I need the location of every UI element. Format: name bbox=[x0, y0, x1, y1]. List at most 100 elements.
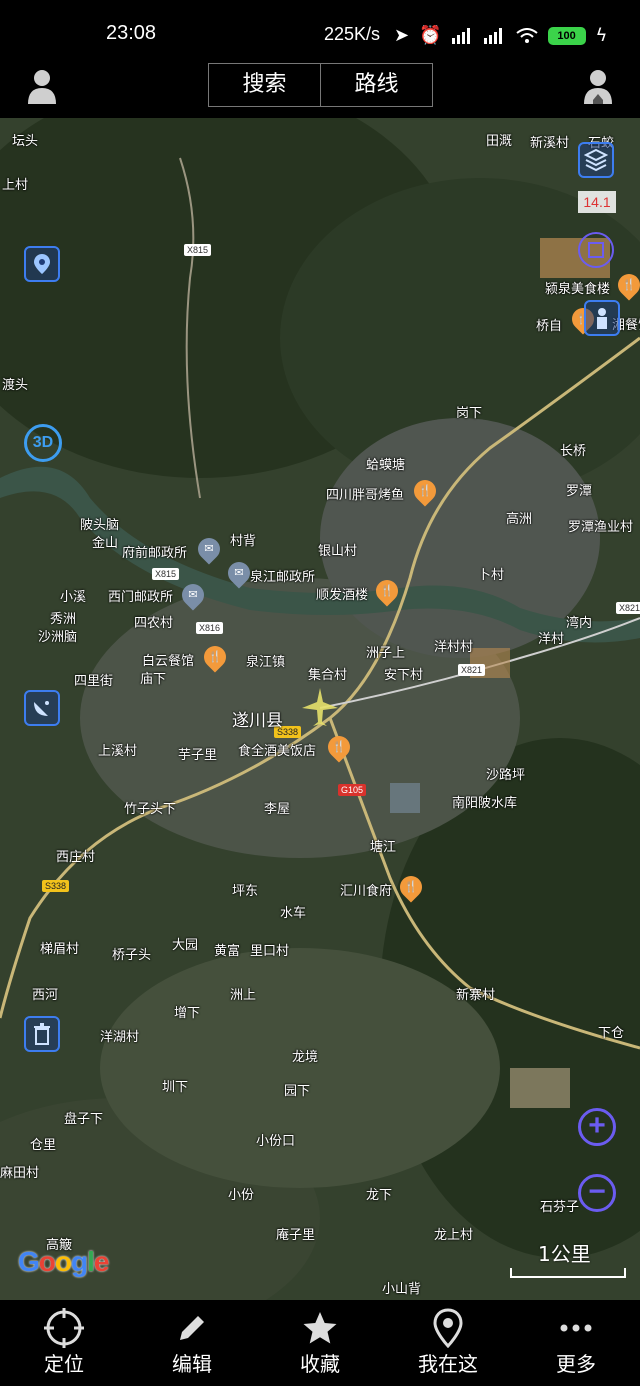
restaurant-marker[interactable]: 🍴 bbox=[371, 575, 403, 607]
pencil-icon bbox=[128, 1300, 256, 1346]
place-label: 上溪村 bbox=[98, 744, 138, 759]
place-label: 上村 bbox=[2, 178, 29, 193]
alarm-icon: ⏰ bbox=[419, 25, 442, 46]
place-label: 罗潭渔业村 bbox=[568, 520, 634, 535]
road-shield: X821 bbox=[458, 664, 486, 676]
zoom-in-button[interactable]: + bbox=[578, 1108, 616, 1146]
place-label: 龙上村 bbox=[434, 1228, 474, 1243]
airplane-location-icon bbox=[302, 688, 338, 726]
place-label: 顺发酒楼 bbox=[316, 588, 369, 603]
place-label: 安下村 bbox=[384, 668, 424, 683]
place-label: 银山村 bbox=[318, 544, 358, 559]
nav-label: 收藏 bbox=[300, 1352, 340, 1376]
home-avatar-icon[interactable] bbox=[584, 68, 612, 104]
place-label: 四里街 bbox=[74, 674, 114, 689]
place-label: 四农村 bbox=[134, 616, 174, 631]
route-tab[interactable]: 路线 bbox=[321, 64, 432, 106]
place-label: 高洲 bbox=[506, 512, 533, 527]
place-label: 泉江邮政所 bbox=[250, 570, 316, 585]
3d-toggle-button[interactable]: 3D bbox=[24, 424, 62, 462]
signal-icon bbox=[451, 28, 470, 44]
restaurant-marker[interactable]: 🍴 bbox=[199, 641, 231, 673]
layers-icon bbox=[583, 148, 609, 172]
place-label: 竹子头下 bbox=[124, 802, 177, 817]
battery-icon: 100 bbox=[547, 27, 586, 45]
nav-favorites[interactable]: 收藏 bbox=[256, 1300, 384, 1386]
crosshair-icon bbox=[0, 1300, 128, 1348]
place-label: 长桥 bbox=[560, 444, 587, 459]
place-label: 府前邮政所 bbox=[122, 546, 188, 561]
nav-edit[interactable]: 编辑 bbox=[128, 1300, 256, 1386]
place-label: 西门邮政所 bbox=[108, 590, 174, 605]
restaurant-marker[interactable]: 🍴 bbox=[409, 475, 441, 507]
place-label: 李屋 bbox=[264, 802, 291, 817]
scale-bar bbox=[510, 1268, 626, 1278]
search-tab[interactable]: 搜索 bbox=[209, 64, 321, 106]
place-label: 芋子里 bbox=[178, 748, 218, 763]
place-label: 洲上 bbox=[230, 988, 257, 1003]
location-pin-icon bbox=[34, 254, 50, 274]
network-speed: 225K/s bbox=[324, 24, 381, 44]
status-icons: ➤ ⏰ 100 ϟ bbox=[394, 22, 607, 50]
place-label: 洋村 bbox=[538, 632, 565, 647]
measure-button[interactable] bbox=[24, 690, 60, 726]
restaurant-marker[interactable]: 🍴 bbox=[323, 731, 355, 763]
nav-locate[interactable]: 定位 bbox=[0, 1300, 128, 1386]
place-label: 颍泉美食楼 bbox=[545, 282, 611, 297]
nav-label: 更多 bbox=[556, 1352, 596, 1376]
nav-label: 编辑 bbox=[172, 1352, 212, 1376]
rotate-icon bbox=[588, 242, 604, 258]
place-label: 秀洲 bbox=[50, 612, 77, 627]
place-label: 湾内 bbox=[566, 616, 593, 631]
place-label: 村背 bbox=[230, 534, 257, 549]
place-label: 小溪 bbox=[60, 590, 87, 605]
road-shield: X815 bbox=[184, 244, 212, 256]
nav-here[interactable]: 我在这 bbox=[384, 1300, 512, 1386]
user-avatar-icon[interactable] bbox=[28, 68, 56, 104]
place-label: 石芬子 bbox=[540, 1200, 580, 1215]
place-label: 坛头 bbox=[12, 134, 39, 149]
place-label: 洋村村 bbox=[434, 640, 474, 655]
place-label: 泉江镇 bbox=[246, 655, 286, 670]
restaurant-marker[interactable]: 🍴 bbox=[613, 269, 640, 301]
place-label: 金山 bbox=[92, 536, 119, 551]
place-label: 黄富 bbox=[214, 944, 241, 959]
trash-icon bbox=[34, 1023, 50, 1045]
star-icon bbox=[256, 1300, 384, 1346]
rotate-map-button[interactable] bbox=[578, 232, 614, 268]
bottom-nav: 定位 编辑 收藏 我在这 更多 bbox=[0, 1300, 640, 1386]
road-shield: X815 bbox=[152, 568, 180, 580]
clear-map-button[interactable] bbox=[24, 1016, 60, 1052]
place-label: 洲子上 bbox=[366, 646, 406, 661]
place-label: 塘江 bbox=[370, 840, 397, 855]
place-label: 西河 bbox=[32, 988, 59, 1003]
satellite-dish-icon bbox=[34, 701, 49, 716]
wifi-icon bbox=[515, 28, 538, 43]
restaurant-marker[interactable]: 🍴 bbox=[395, 871, 427, 903]
street-view-button[interactable] bbox=[584, 300, 620, 336]
post-office-marker[interactable]: ✉ bbox=[223, 557, 255, 589]
place-label: 麻田村 bbox=[0, 1166, 40, 1181]
county-label: 遂川县 bbox=[232, 711, 283, 731]
place-label: 陂头脑 bbox=[80, 518, 120, 533]
place-label: 坪东 bbox=[232, 884, 259, 899]
post-office-marker[interactable]: ✉ bbox=[193, 533, 225, 565]
nav-more[interactable]: 更多 bbox=[512, 1300, 640, 1386]
place-label: 桥自 bbox=[536, 319, 563, 334]
road-shield: S338 bbox=[42, 880, 70, 892]
place-label: 四川胖哥烤鱼 bbox=[326, 488, 405, 503]
charging-icon: ϟ bbox=[595, 25, 608, 46]
zoom-out-button[interactable]: − bbox=[578, 1174, 616, 1212]
status-bar: 23:08 225K/s ➤ ⏰ 100 ϟ bbox=[0, 0, 640, 60]
post-office-marker[interactable]: ✉ bbox=[177, 579, 209, 611]
location-marker-button[interactable] bbox=[24, 246, 60, 282]
road-shield: X821 bbox=[616, 602, 640, 614]
place-label: 食全酒美饭店 bbox=[238, 744, 317, 759]
person-icon bbox=[597, 308, 607, 329]
place-label: 水车 bbox=[280, 906, 307, 921]
layers-button[interactable] bbox=[578, 142, 614, 178]
place-label: 龙下 bbox=[366, 1188, 393, 1203]
satellite-map[interactable]: 坛头 上村 X815 田溉 新溪村 石蛟 颍泉美食楼 桥自 湘餐馆 渡头 岗下 … bbox=[0, 118, 640, 1300]
place-label: 增下 bbox=[174, 1006, 201, 1021]
place-label: 汇川食府 bbox=[340, 884, 393, 899]
